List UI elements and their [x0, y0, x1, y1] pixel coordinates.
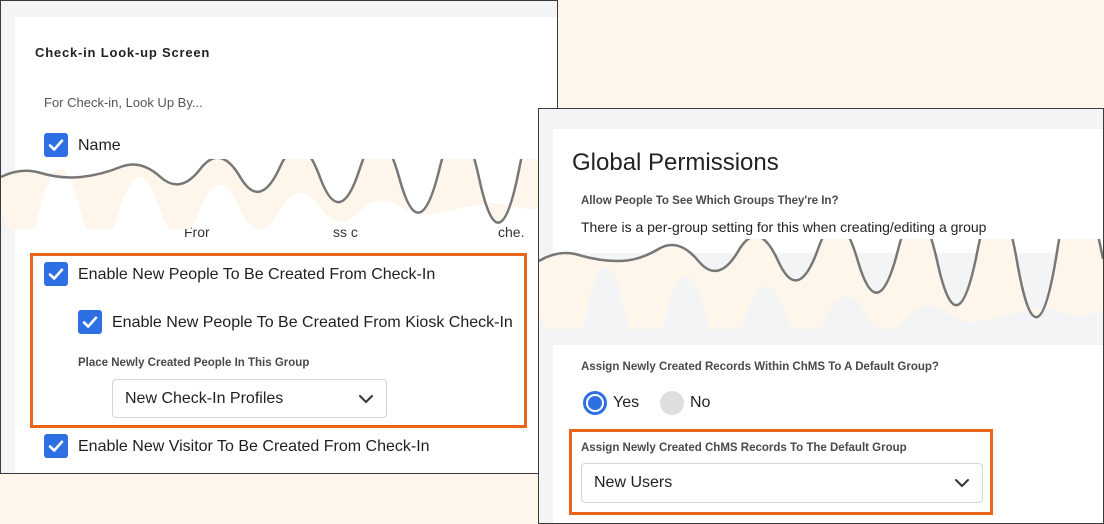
highlight-box: [30, 253, 527, 428]
checkin-settings-screenshot: Check-in Look-up Screen For Check-in, Lo…: [0, 0, 558, 474]
page-title: Global Permissions: [572, 149, 779, 176]
assign-question: Assign Newly Created Records Within ChMS…: [581, 361, 939, 373]
name-checkbox[interactable]: [44, 133, 68, 157]
enable-visitor-label: Enable New Visitor To Be Created From Ch…: [78, 438, 430, 455]
section-title: Check-in Look-up Screen: [35, 45, 211, 60]
enable-visitor-checkbox[interactable]: [44, 434, 68, 458]
check-icon: [48, 139, 64, 151]
torn-edge: [1, 159, 557, 229]
yes-radio[interactable]: [583, 391, 607, 415]
allow-label: Allow People To See Which Groups They're…: [581, 195, 839, 207]
global-permissions-screenshot: Global Permissions Allow People To See W…: [538, 108, 1104, 524]
check-icon: [48, 440, 64, 452]
no-radio[interactable]: [660, 391, 684, 415]
yes-label: Yes: [613, 394, 640, 411]
torn-edge: [539, 239, 1103, 329]
allow-description: There is a per-group setting for this wh…: [581, 219, 987, 235]
highlight-box: [569, 429, 993, 515]
lookup-label: For Check-in, Look Up By...: [44, 95, 203, 110]
name-label: Name: [78, 137, 121, 154]
no-label: No: [690, 394, 711, 411]
